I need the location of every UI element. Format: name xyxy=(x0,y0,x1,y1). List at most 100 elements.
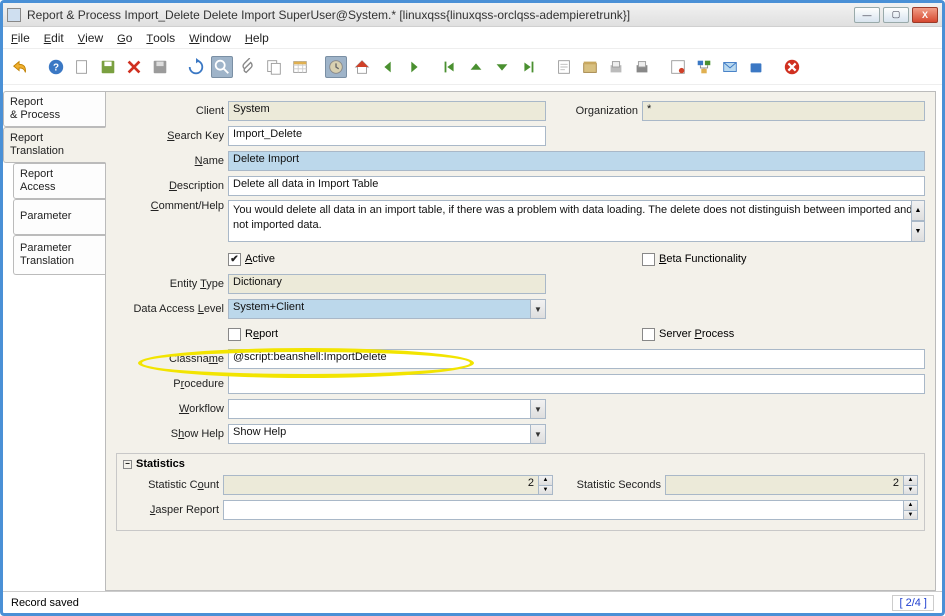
organization-field[interactable]: * xyxy=(642,101,925,121)
undo-icon[interactable] xyxy=(9,56,31,78)
jasper-field[interactable] xyxy=(223,500,904,520)
minimize-button[interactable]: — xyxy=(854,7,880,23)
name-field[interactable]: Delete Import xyxy=(228,151,925,171)
dal-label: Data Access Level xyxy=(116,303,228,315)
exit-icon[interactable] xyxy=(781,56,803,78)
refresh-icon[interactable] xyxy=(185,56,207,78)
menu-help[interactable]: Help xyxy=(245,31,269,45)
last-icon[interactable] xyxy=(517,56,539,78)
titlebar: Report & Process Import_Delete Delete Im… xyxy=(3,3,942,27)
serverprocess-label: Server Process xyxy=(659,328,734,340)
active-checkbox[interactable]: ✔ xyxy=(228,253,241,266)
down-icon[interactable] xyxy=(491,56,513,78)
menu-window[interactable]: Window xyxy=(189,31,231,45)
workflow-icon[interactable] xyxy=(693,56,715,78)
tab-report-access[interactable]: Report Access xyxy=(13,163,105,199)
comment-scrollbar[interactable]: ▲▼ xyxy=(911,200,925,242)
statseconds-field[interactable]: 2 xyxy=(665,475,904,495)
searchkey-field[interactable]: Import_Delete xyxy=(228,126,546,146)
copy-icon[interactable] xyxy=(263,56,285,78)
statistics-section: − Statistics Statistic Count 2 ▲▼ Statis… xyxy=(116,453,925,531)
request-icon[interactable] xyxy=(719,56,741,78)
menu-view[interactable]: View xyxy=(78,31,103,45)
help-icon[interactable]: ? xyxy=(45,56,67,78)
find-icon[interactable] xyxy=(211,56,233,78)
description-field[interactable]: Delete all data in Import Table xyxy=(228,176,925,196)
first-icon[interactable] xyxy=(439,56,461,78)
entitytype-label: Entity Type xyxy=(116,278,228,290)
showhelp-field[interactable]: Show Help xyxy=(228,424,530,444)
comment-label: Comment/Help xyxy=(116,200,228,212)
attachment-icon[interactable] xyxy=(237,56,259,78)
showhelp-dropdown-icon[interactable]: ▼ xyxy=(530,424,546,444)
description-label: Description xyxy=(116,180,228,192)
new-icon[interactable] xyxy=(71,56,93,78)
home-icon[interactable] xyxy=(351,56,373,78)
statseconds-spinner[interactable]: ▲▼ xyxy=(904,475,918,495)
workflow-label: Workflow xyxy=(116,403,228,415)
client-label: Client xyxy=(116,105,228,117)
app-icon xyxy=(7,8,21,22)
classname-field[interactable]: @script:beanshell:ImportDelete xyxy=(228,349,925,369)
dal-dropdown-icon[interactable]: ▼ xyxy=(530,299,546,319)
beta-checkbox[interactable] xyxy=(642,253,655,266)
name-label: Name xyxy=(116,155,228,167)
report-icon[interactable] xyxy=(553,56,575,78)
statseconds-label: Statistic Seconds xyxy=(553,479,665,491)
active-label: Active xyxy=(245,253,275,265)
statcount-field[interactable]: 2 xyxy=(223,475,539,495)
tab-parameter-translation[interactable]: Parameter Translation xyxy=(13,235,105,275)
statistics-title[interactable]: − Statistics xyxy=(123,458,918,470)
comment-field[interactable]: You would delete all data in an import t… xyxy=(228,200,925,242)
archive-icon[interactable] xyxy=(579,56,601,78)
jasper-spinner[interactable]: ▲▼ xyxy=(904,500,918,520)
forward-icon[interactable] xyxy=(403,56,425,78)
showhelp-label: Show Help xyxy=(116,428,228,440)
tab-report-translation[interactable]: Report Translation xyxy=(3,127,106,163)
jasper-label: Jasper Report xyxy=(123,504,223,516)
tabs: Report & Process Report Translation Repo… xyxy=(3,85,105,591)
workflow-dropdown-icon[interactable]: ▼ xyxy=(530,399,546,419)
menu-edit[interactable]: Edit xyxy=(44,31,64,45)
entitytype-field[interactable]: Dictionary xyxy=(228,274,546,294)
twisty-icon[interactable]: − xyxy=(123,460,132,469)
statcount-label: Statistic Count xyxy=(123,479,223,491)
report-label: Report xyxy=(245,328,278,340)
up-icon[interactable] xyxy=(465,56,487,78)
main: Report & Process Report Translation Repo… xyxy=(3,85,942,591)
serverprocess-checkbox[interactable] xyxy=(642,328,655,341)
window-title: Report & Process Import_Delete Delete Im… xyxy=(27,8,851,22)
dal-field[interactable]: System+Client xyxy=(228,299,530,319)
form-panel: Client System Organization * Search Key … xyxy=(105,91,936,591)
save-disk-icon[interactable] xyxy=(149,56,171,78)
print-icon[interactable] xyxy=(631,56,653,78)
menu-tools[interactable]: Tools xyxy=(146,31,175,45)
menu-file[interactable]: File xyxy=(11,31,30,45)
report-checkbox[interactable] xyxy=(228,328,241,341)
procedure-field[interactable] xyxy=(228,374,925,394)
tab-parameter[interactable]: Parameter xyxy=(13,199,105,235)
back-icon[interactable] xyxy=(377,56,399,78)
history-icon[interactable] xyxy=(325,56,347,78)
statusbar: Record saved [ 2/4 ] xyxy=(3,591,942,613)
procedure-label: Procedure xyxy=(116,378,228,390)
status-message: Record saved xyxy=(11,597,79,609)
record-position[interactable]: [ 2/4 ] xyxy=(892,595,934,611)
delete-icon[interactable] xyxy=(123,56,145,78)
print-preview-icon[interactable] xyxy=(605,56,627,78)
tab-report-process[interactable]: Report & Process xyxy=(3,91,105,127)
svg-text:?: ? xyxy=(53,62,59,73)
grid-icon[interactable] xyxy=(289,56,311,78)
beta-label: Beta Functionality xyxy=(659,253,746,265)
client-field[interactable]: System xyxy=(228,101,546,121)
close-button[interactable]: X xyxy=(912,7,938,23)
menu-go[interactable]: Go xyxy=(117,31,132,45)
workflow-field[interactable] xyxy=(228,399,530,419)
statcount-spinner[interactable]: ▲▼ xyxy=(539,475,553,495)
maximize-button[interactable]: ▢ xyxy=(883,7,909,23)
product-icon[interactable] xyxy=(745,56,767,78)
save-icon[interactable] xyxy=(97,56,119,78)
searchkey-label: Search Key xyxy=(116,130,228,142)
zoom-across-icon[interactable] xyxy=(667,56,689,78)
organization-label: Organization xyxy=(558,105,642,117)
